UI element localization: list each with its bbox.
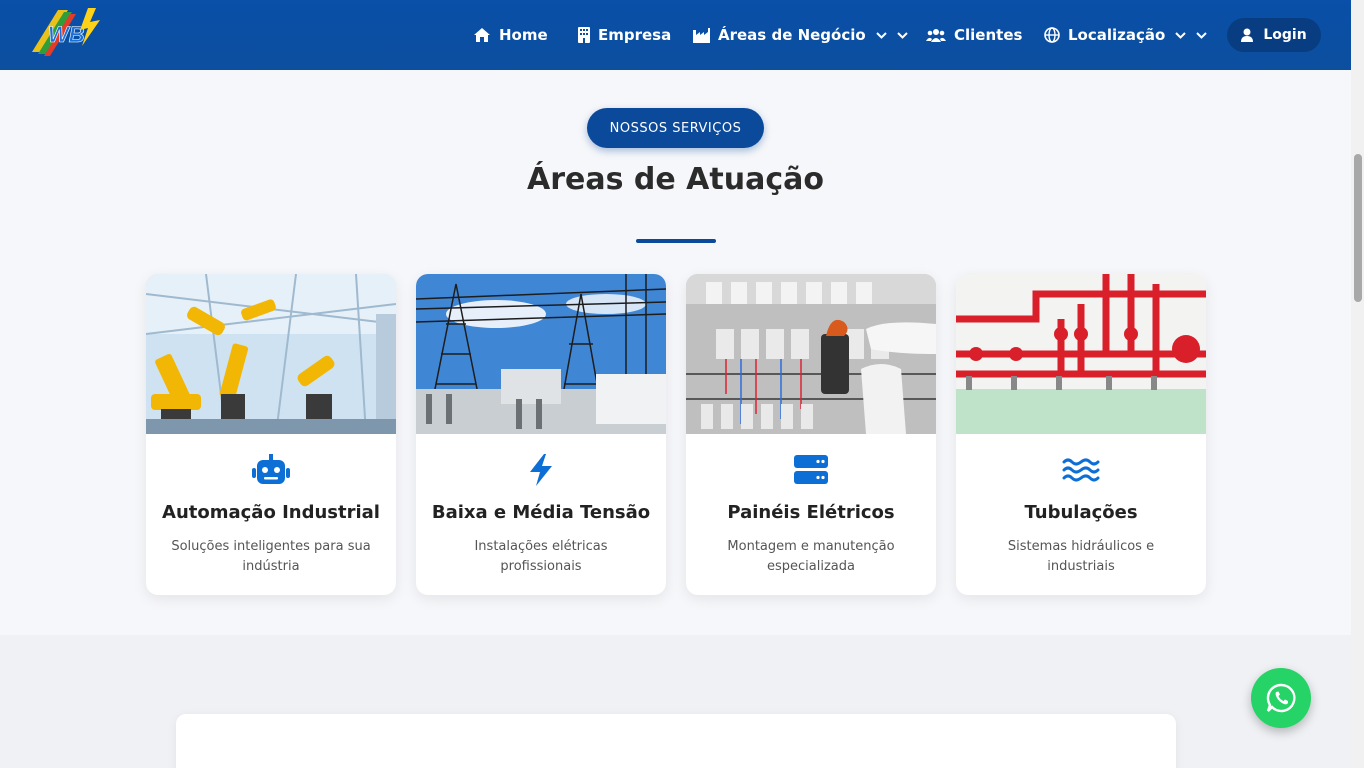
users-icon <box>926 28 946 42</box>
card-description: Montagem e manutenção especializada <box>727 539 895 574</box>
card-title: Painéis Elétricos <box>727 502 895 523</box>
login-label: Login <box>1263 27 1307 43</box>
whatsapp-icon <box>1266 683 1296 713</box>
nav-areas-dropdown[interactable]: Áreas de Negócio <box>693 18 908 52</box>
scrollbar-thumb[interactable] <box>1354 154 1362 302</box>
top-navbar: WB Home Empresa Áreas de Negócio Cliente… <box>0 0 1351 70</box>
nav-clientes-label: Clientes <box>954 26 1023 44</box>
whatsapp-button[interactable] <box>1251 668 1311 728</box>
section-badge: NOSSOS SERVIÇOS <box>587 108 764 148</box>
nav-areas-label: Áreas de Negócio <box>718 26 866 44</box>
industrial-robots-image <box>146 274 396 434</box>
nav-empresa-label: Empresa <box>598 26 672 44</box>
nav-localizacao-label: Localização <box>1068 26 1166 44</box>
login-button[interactable]: Login <box>1227 18 1321 52</box>
robot-icon <box>251 452 291 488</box>
nav-home[interactable]: Home <box>473 18 548 52</box>
electrical-panel-image <box>686 274 936 434</box>
wb-logo[interactable]: WB <box>28 6 106 58</box>
water-icon <box>1061 452 1101 488</box>
card-description: Instalações elétricas profissionais <box>474 539 608 574</box>
chevron-down-icon <box>1175 31 1187 39</box>
service-card-paineis[interactable]: Painéis Elétricos Montagem e manutenção … <box>686 274 936 595</box>
user-icon <box>1241 28 1254 42</box>
chevron-down-icon <box>875 31 887 39</box>
card-description: Soluções inteligentes para sua indústria <box>171 539 371 574</box>
nav-clientes[interactable]: Clientes <box>926 18 1022 52</box>
nav-empresa[interactable]: Empresa <box>578 18 671 52</box>
industry-icon <box>693 27 710 43</box>
red-pipes-image <box>956 274 1206 434</box>
building-icon <box>578 27 590 43</box>
card-title: Tubulações <box>1024 502 1138 523</box>
globe-icon <box>1044 27 1060 43</box>
server-icon <box>791 452 831 488</box>
bolt-icon <box>521 452 561 488</box>
section-title: Áreas de Atuação <box>527 162 824 197</box>
home-icon <box>474 28 490 42</box>
nav-home-label: Home <box>499 26 548 44</box>
next-section-card <box>176 714 1176 768</box>
service-card-automacao[interactable]: Automação Industrial Soluções inteligent… <box>146 274 396 595</box>
chevron-down-icon <box>896 31 908 39</box>
svg-text:WB: WB <box>48 22 85 47</box>
service-card-tensao[interactable]: Baixa e Média Tensão Instalações elétric… <box>416 274 666 595</box>
title-divider <box>636 239 716 243</box>
card-description: Sistemas hidráulicos e industriais <box>1007 539 1155 574</box>
card-title: Automação Industrial <box>162 502 380 523</box>
power-substation-image <box>416 274 666 434</box>
card-title: Baixa e Média Tensão <box>431 502 651 523</box>
chevron-down-icon <box>1196 31 1208 39</box>
scrollbar[interactable] <box>1351 0 1364 768</box>
nav-localizacao-dropdown[interactable]: Localização <box>1044 18 1208 52</box>
service-card-tubulacoes[interactable]: Tubulações Sistemas hidráulicos e indust… <box>956 274 1206 595</box>
